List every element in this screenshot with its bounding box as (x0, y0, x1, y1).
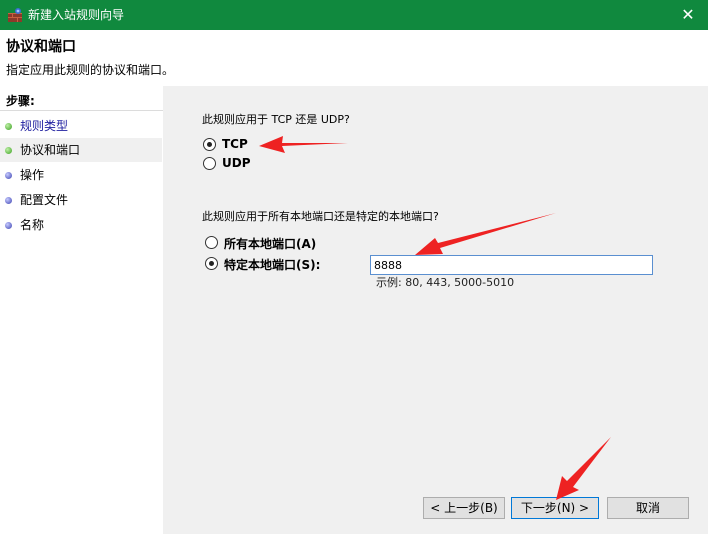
window-title: 新建入站规则向导 (28, 8, 125, 22)
protocol-question: 此规则应用于 TCP 还是 UDP? (202, 113, 350, 126)
main-panel: 此规则应用于 TCP 还是 UDP? TCP UDP 此规则应用于所有本地端口还… (166, 86, 708, 534)
step-pending-icon (5, 222, 12, 229)
step-complete-icon (5, 123, 12, 130)
sidebar-item-label: 操作 (20, 168, 45, 182)
sidebar-item-label: 协议和端口 (20, 143, 81, 157)
sidebar-item-rule-type[interactable]: 规则类型 (0, 114, 162, 138)
page-header: 协议和端口 指定应用此规则的协议和端口。 (0, 30, 708, 86)
specific-ports-label[interactable]: 特定本地端口(S): (224, 256, 320, 273)
firewall-icon (8, 8, 22, 22)
next-button[interactable]: 下一步(N) > (511, 497, 599, 519)
udp-radio[interactable] (203, 157, 216, 170)
step-complete-icon (5, 147, 12, 154)
close-icon[interactable]: ✕ (668, 0, 708, 30)
steps-label: 步骤: (6, 94, 35, 108)
title-bar: 新建入站规则向导 ✕ (0, 0, 708, 30)
steps-divider (0, 110, 163, 111)
sidebar-item-profile: 配置文件 (0, 188, 162, 212)
sidebar-item-action: 操作 (0, 163, 162, 187)
sidebar-item-name: 名称 (0, 213, 162, 237)
sidebar-item-label: 名称 (20, 218, 45, 232)
sidebar-item-protocol-ports[interactable]: 协议和端口 (0, 138, 162, 162)
step-pending-icon (5, 172, 12, 179)
back-button[interactable]: < 上一步(B) (423, 497, 505, 519)
ports-question: 此规则应用于所有本地端口还是特定的本地端口? (202, 210, 439, 223)
specific-ports-input[interactable] (370, 255, 653, 275)
all-ports-radio[interactable] (205, 236, 218, 249)
specific-ports-radio[interactable] (205, 257, 218, 270)
page-title: 协议和端口 (6, 39, 76, 55)
page-subtitle: 指定应用此规则的协议和端口。 (6, 63, 175, 77)
sidebar-item-label: 配置文件 (20, 193, 69, 207)
udp-label[interactable]: UDP (222, 156, 251, 170)
sidebar-item-label: 规则类型 (20, 119, 69, 133)
tcp-radio[interactable] (203, 138, 216, 151)
steps-sidebar: 步骤: 规则类型 协议和端口 操作 配置文件 名称 (0, 86, 166, 534)
cancel-button[interactable]: 取消 (607, 497, 689, 519)
step-pending-icon (5, 197, 12, 204)
all-ports-label[interactable]: 所有本地端口(A) (224, 235, 316, 252)
ports-example: 示例: 80, 443, 5000-5010 (376, 276, 515, 289)
tcp-label[interactable]: TCP (222, 137, 248, 151)
